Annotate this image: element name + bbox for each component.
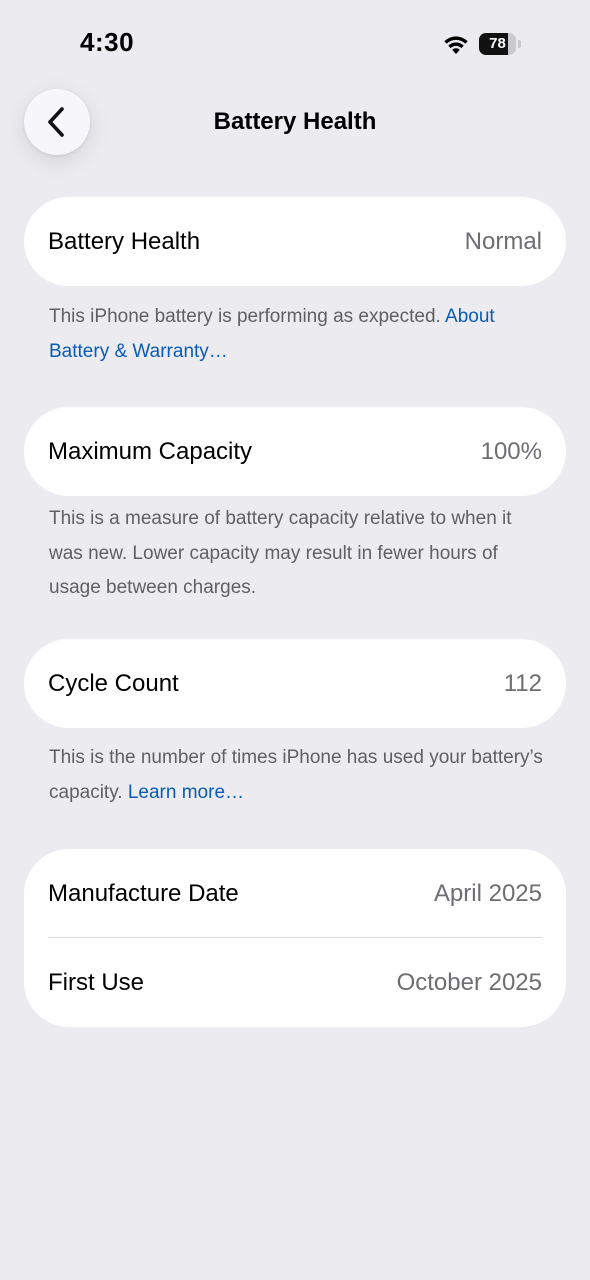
battery-body: 78 <box>479 33 516 55</box>
first-use-value: October 2025 <box>396 968 542 996</box>
max-capacity-row: Maximum Capacity 100% <box>24 407 566 496</box>
cycle-count-value: 112 <box>503 669 542 697</box>
manufacture-date-value: April 2025 <box>433 879 542 907</box>
manufacture-date-label: Manufacture Date <box>48 879 239 907</box>
first-use-row: First Use October 2025 <box>24 938 566 1027</box>
battery-health-footnote: This iPhone battery is performing as exp… <box>49 300 549 369</box>
battery-health-row: Battery Health Normal <box>24 197 566 286</box>
battery-health-card: Battery Health Normal <box>24 197 566 286</box>
battery-health-label: Battery Health <box>48 227 201 255</box>
battery-health-value: Normal <box>464 227 542 255</box>
battery-icon: 78 <box>479 33 521 55</box>
battery-level: 78 <box>489 35 506 52</box>
cycle-count-card: Cycle Count 112 <box>24 639 566 728</box>
cycle-count-footnote: This is the number of times iPhone has u… <box>49 741 549 810</box>
max-capacity-label: Maximum Capacity <box>48 437 253 465</box>
status-time: 4:30 <box>80 27 135 57</box>
cycle-count-label: Cycle Count <box>48 669 179 697</box>
battery-cap <box>518 40 521 48</box>
page-title: Battery Health <box>213 108 377 135</box>
cycle-count-footnote-text: This is the number of times iPhone has u… <box>49 747 543 803</box>
max-capacity-footnote: This is a measure of battery capacity re… <box>49 508 512 598</box>
cycle-count-row: Cycle Count 112 <box>24 639 566 728</box>
max-capacity-value: 100% <box>480 437 542 465</box>
status-bar: 4:30 78 <box>0 0 590 80</box>
dates-card: Manufacture Date April 2025 First Use Oc… <box>24 849 566 1027</box>
first-use-label: First Use <box>48 968 144 996</box>
battery-health-footnote-text: This iPhone battery is performing as exp… <box>49 306 446 327</box>
learn-more-link[interactable]: Learn more… <box>128 782 244 803</box>
max-capacity-card: Maximum Capacity 100% <box>24 407 566 496</box>
wifi-icon <box>444 36 468 54</box>
manufacture-date-row: Manufacture Date April 2025 <box>24 849 566 938</box>
